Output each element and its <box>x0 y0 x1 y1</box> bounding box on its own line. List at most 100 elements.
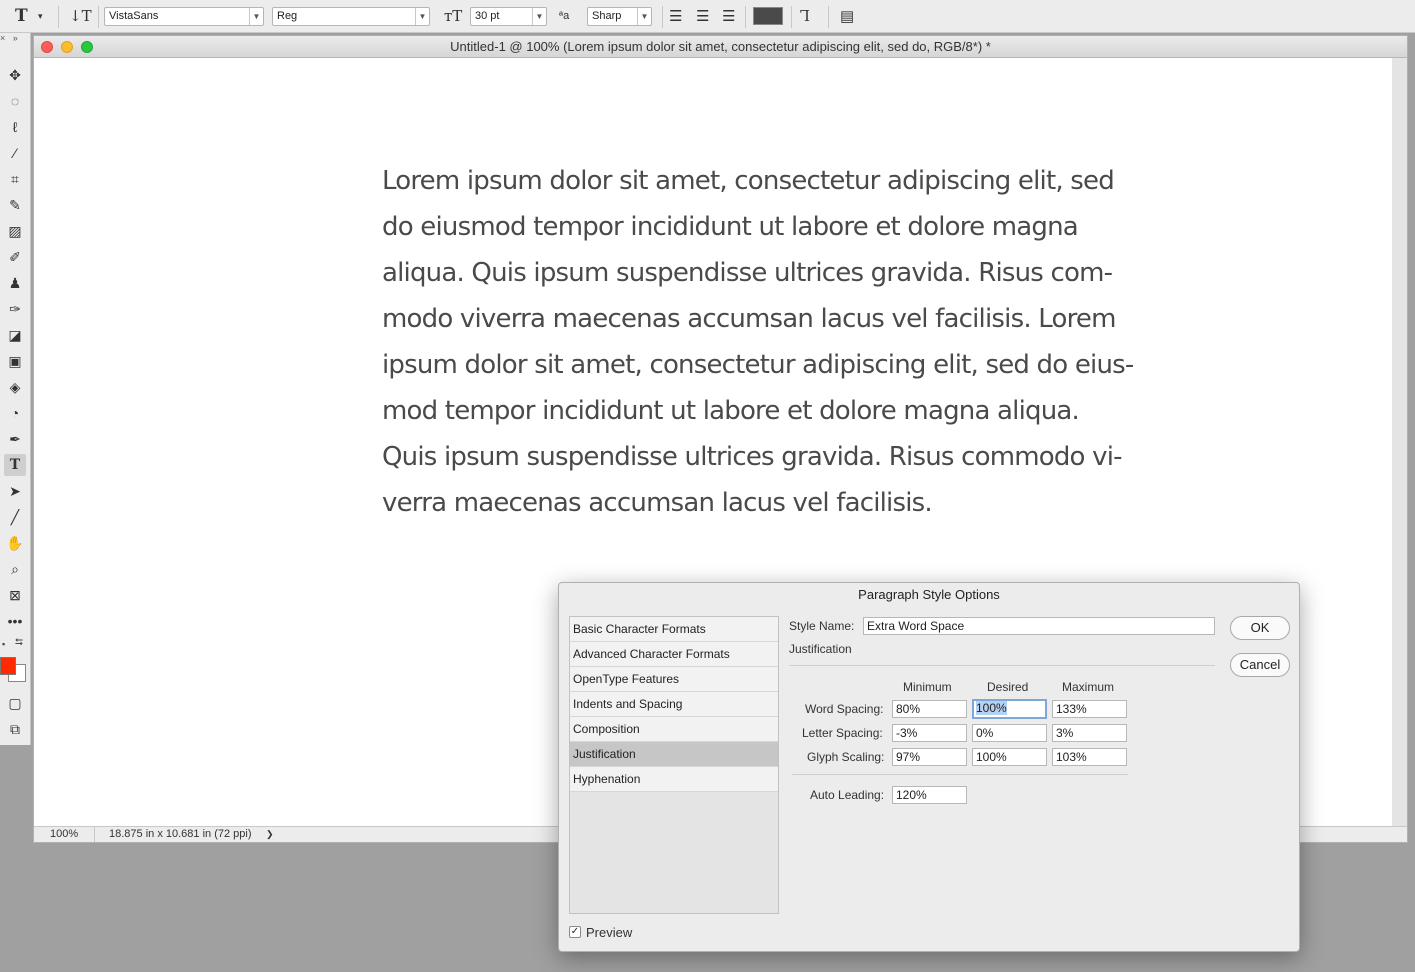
auto-leading-label: Auto Leading: <box>810 788 885 802</box>
divider <box>789 665 1215 666</box>
preview-label: Preview <box>586 925 633 940</box>
warp-text-icon[interactable]: Ꞁ <box>800 0 810 33</box>
vertical-scrollbar[interactable] <box>1392 58 1407 828</box>
separator <box>58 6 59 28</box>
style-name-label: Style Name: <box>789 619 855 633</box>
options-bar: T ▾ ↓T VistaSans ▼ Reg ▼ ᴛT 30 pt ▼ ªa S… <box>0 0 1415 33</box>
zoom-tool-icon[interactable]: ⌕ <box>4 558 26 580</box>
word-spacing-minimum-field[interactable]: 80% <box>892 700 967 718</box>
column-header-maximum: Maximum <box>1062 680 1115 694</box>
category-item[interactable]: Basic Character Formats <box>570 617 778 642</box>
letter-spacing-desired-field[interactable]: 0% <box>972 724 1047 742</box>
chevron-down-icon: ▼ <box>637 8 651 25</box>
font-family-value: VistaSans <box>109 10 159 22</box>
chevron-down-icon: ▼ <box>415 8 429 25</box>
dodge-tool-icon[interactable]: ◔ <box>4 402 26 424</box>
align-left-icon[interactable]: ☰ <box>669 0 682 33</box>
lasso-tool-icon[interactable]: ℓ <box>4 116 26 138</box>
column-header-minimum: Minimum <box>903 680 952 694</box>
foreground-color-swatch[interactable] <box>0 657 16 675</box>
status-menu-arrow-icon[interactable]: ❯ <box>266 827 274 842</box>
text-line: modo viverra maecenas accumsan lacus vel… <box>382 304 1116 334</box>
brush-tool-icon[interactable]: ✐ <box>4 246 26 268</box>
more-tools-icon[interactable]: ••• <box>4 610 26 632</box>
blur-tool-icon[interactable]: ◈ <box>4 376 26 398</box>
paragraph-style-options-dialog: Paragraph Style Options Basic Character … <box>558 582 1300 952</box>
zoom-level[interactable]: 100% <box>50 827 78 842</box>
category-item-selected[interactable]: Justification <box>570 742 778 767</box>
text-line: verra maecenas accumsan lacus vel facili… <box>382 488 933 518</box>
type-tool-icon[interactable]: T <box>4 454 26 476</box>
text-line: Quis ipsum suspendisse ultrices gravida.… <box>382 442 1123 472</box>
pen-tool-icon[interactable]: ✒ <box>4 428 26 450</box>
column-header-desired: Desired <box>987 680 1029 694</box>
move-tool-icon[interactable]: ✥ <box>4 64 26 86</box>
glyph-scaling-desired-field[interactable]: 100% <box>972 748 1047 766</box>
separator <box>662 6 663 28</box>
separator <box>791 6 792 28</box>
chevron-down-icon: ▼ <box>532 8 546 25</box>
glyph-scaling-minimum-field[interactable]: 97% <box>892 748 967 766</box>
align-center-icon[interactable]: ☰ <box>696 0 709 33</box>
category-item[interactable]: Hyphenation <box>570 767 778 792</box>
healing-brush-tool-icon[interactable]: ▨ <box>4 220 26 242</box>
text-layer[interactable]: Lorem ipsum dolor sit amet, consectetur … <box>382 158 1152 526</box>
separator <box>94 827 95 842</box>
gradient-tool-icon[interactable]: ▣ <box>4 350 26 372</box>
font-size-icon: ᴛT <box>444 7 463 25</box>
letter-spacing-label: Letter Spacing: <box>802 726 883 740</box>
swap-colors-icon[interactable]: ⮀ <box>15 637 23 648</box>
cancel-button[interactable]: Cancel <box>1230 653 1290 677</box>
marquee-tool-icon[interactable]: ◌ <box>4 90 26 112</box>
magic-wand-tool-icon[interactable]: ⁄ <box>4 142 26 164</box>
collapse-panel-icon[interactable]: × » <box>0 33 18 43</box>
separator <box>828 6 829 28</box>
align-right-icon[interactable]: ☰ <box>722 0 735 33</box>
word-spacing-desired-field[interactable]: 100% <box>972 699 1047 719</box>
text-line: aliqua. Quis ipsum suspendisse ultrices … <box>382 258 1113 288</box>
chevron-down-icon[interactable]: ▾ <box>38 0 43 33</box>
separator <box>98 6 99 28</box>
word-spacing-maximum-field[interactable]: 133% <box>1052 700 1127 718</box>
chevron-down-icon: ▼ <box>249 8 263 25</box>
text-line: do eiusmod tempor incididunt ut labore e… <box>382 212 1079 242</box>
quick-mask-icon[interactable]: ▢ <box>4 692 26 714</box>
category-item[interactable]: OpenType Features <box>570 667 778 692</box>
font-family-select[interactable]: VistaSans ▼ <box>104 7 264 26</box>
category-item[interactable]: Composition <box>570 717 778 742</box>
word-spacing-label: Word Spacing: <box>805 702 884 716</box>
type-tool-preset-icon[interactable]: T <box>15 0 28 33</box>
line-tool-icon[interactable]: ╱ <box>4 506 26 528</box>
font-style-select[interactable]: Reg ▼ <box>272 7 430 26</box>
glyph-scaling-maximum-field[interactable]: 103% <box>1052 748 1127 766</box>
font-size-select[interactable]: 30 pt ▼ <box>470 7 547 26</box>
text-color-swatch[interactable] <box>753 7 783 25</box>
auto-leading-field[interactable]: 120% <box>892 786 967 804</box>
style-name-field[interactable]: Extra Word Space <box>863 617 1215 635</box>
category-item[interactable]: Indents and Spacing <box>570 692 778 717</box>
path-selection-tool-icon[interactable]: ➤ <box>4 480 26 502</box>
screen-mode-icon[interactable]: ⧉ <box>4 718 26 740</box>
selected-text: 100% <box>976 701 1007 715</box>
letter-spacing-maximum-field[interactable]: 3% <box>1052 724 1127 742</box>
history-brush-tool-icon[interactable]: ✑ <box>4 298 26 320</box>
eraser-tool-icon[interactable]: ◪ <box>4 324 26 346</box>
document-size: 18.875 in x 10.681 in (72 ppi) <box>109 828 252 840</box>
eyedropper-tool-icon[interactable]: ✎ <box>4 194 26 216</box>
character-panel-icon[interactable]: ▤ <box>840 0 854 33</box>
category-list: Basic Character Formats Advanced Charact… <box>569 616 779 914</box>
clone-stamp-tool-icon[interactable]: ♟ <box>4 272 26 294</box>
letter-spacing-minimum-field[interactable]: -3% <box>892 724 967 742</box>
tools-panel: × » ✥ ◌ ℓ ⁄ ⌗ ✎ ▨ ✐ ♟ ✑ ◪ ▣ ◈ ◔ ✒ T ➤ ╱ … <box>0 33 31 745</box>
frame-tool-icon[interactable]: ⊠ <box>4 584 26 606</box>
text-orientation-icon[interactable]: ↓T <box>69 0 92 33</box>
antialias-icon: ªa <box>559 10 570 22</box>
preview-checkbox[interactable]: ✓ <box>569 926 581 938</box>
hand-tool-icon[interactable]: ✋ <box>4 532 26 554</box>
antialias-select[interactable]: Sharp ▼ <box>587 7 652 26</box>
default-colors-icon[interactable]: ▪ <box>2 639 5 649</box>
category-item[interactable]: Advanced Character Formats <box>570 642 778 667</box>
crop-tool-icon[interactable]: ⌗ <box>4 168 26 190</box>
ok-button[interactable]: OK <box>1230 616 1290 640</box>
font-style-value: Reg <box>277 10 298 22</box>
